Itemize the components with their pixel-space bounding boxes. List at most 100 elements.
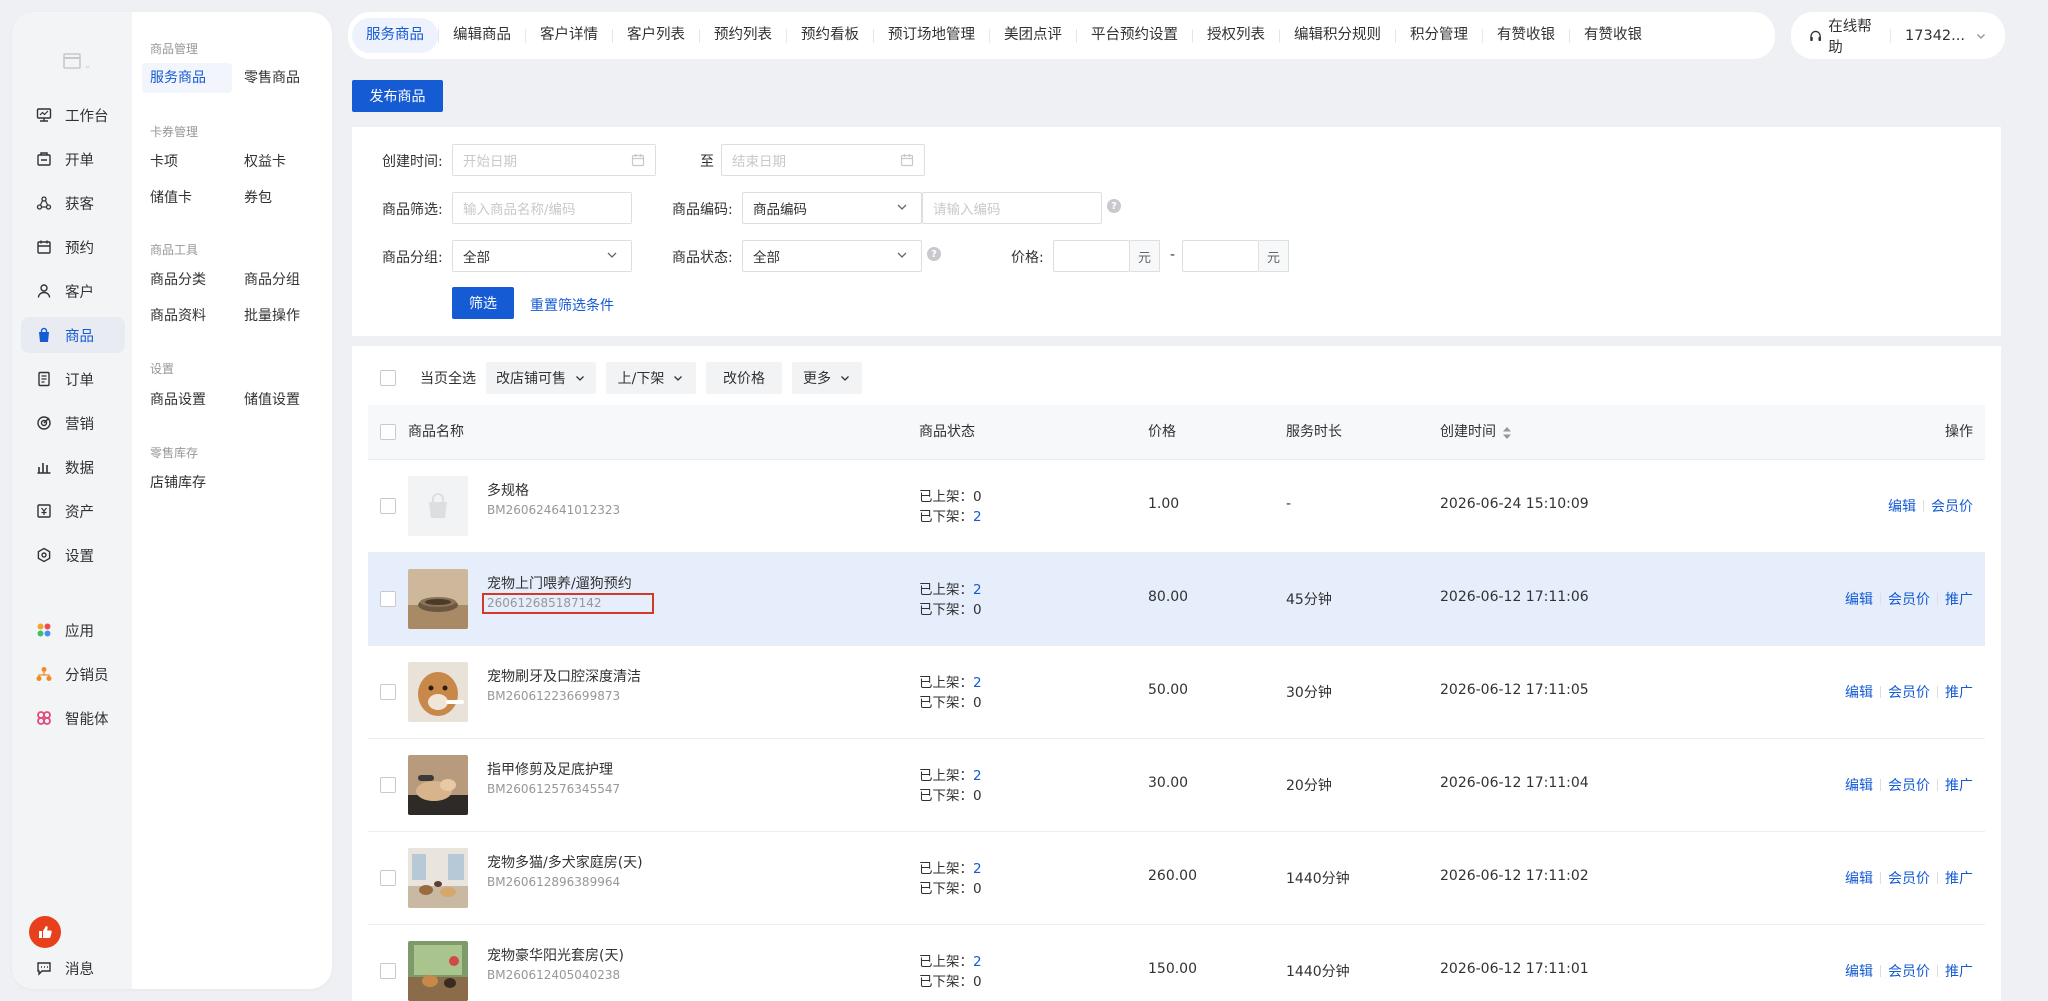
subnav-store-inventory[interactable]: 店铺库存	[142, 468, 214, 498]
nav-data[interactable]: 数据	[21, 449, 125, 485]
change-price-button[interactable]: 改价格	[706, 362, 782, 394]
tab-edit-product[interactable]: 编辑商品	[439, 18, 525, 53]
row-checkbox[interactable]	[380, 498, 396, 514]
column-created-time[interactable]: 创建时间	[1440, 405, 1512, 460]
row-checkbox[interactable]	[380, 963, 396, 979]
nav-cashier[interactable]: 开单	[21, 141, 125, 177]
status-on-count[interactable]: 2	[973, 582, 982, 598]
subnav-product-settings[interactable]: 商品设置	[142, 385, 214, 415]
promote-link[interactable]: 推广	[1945, 868, 1973, 888]
nav-acquire[interactable]: 获客	[21, 185, 125, 221]
product-name[interactable]: 宠物多猫/多犬家庭房(天)	[487, 852, 643, 872]
start-date-input[interactable]: 开始日期	[452, 144, 656, 176]
subnav-coupon-pack[interactable]: 券包	[236, 183, 280, 213]
nav-order[interactable]: 订单	[21, 361, 125, 397]
more-button[interactable]: 更多	[792, 362, 862, 394]
tab-service-product[interactable]: 服务商品	[352, 18, 438, 53]
subnav-stored-settings[interactable]: 储值设置	[236, 385, 308, 415]
edit-link[interactable]: 编辑	[1888, 496, 1916, 516]
tab-customer-detail[interactable]: 客户详情	[526, 18, 612, 53]
member-price-link[interactable]: 会员价	[1931, 496, 1973, 516]
nav-distributor[interactable]: 分销员	[21, 656, 125, 692]
tab-edit-points-rules[interactable]: 编辑积分规则	[1280, 18, 1395, 53]
member-price-link[interactable]: 会员价	[1888, 775, 1930, 795]
online-help-button[interactable]: 在线帮助	[1809, 15, 1876, 57]
on-off-shelf-button[interactable]: 上/下架	[606, 362, 696, 394]
promote-link[interactable]: 推广	[1945, 682, 1973, 702]
product-name[interactable]: 指甲修剪及足底护理	[487, 759, 613, 779]
select-all-checkbox[interactable]	[380, 370, 396, 386]
row-checkbox[interactable]	[380, 684, 396, 700]
status-on-count[interactable]: 2	[973, 675, 982, 691]
user-menu[interactable]: 17342...	[1905, 28, 1987, 44]
subnav-category[interactable]: 商品分类	[142, 265, 214, 295]
nav-apps[interactable]: 应用	[21, 612, 125, 648]
edit-link[interactable]: 编辑	[1845, 589, 1873, 609]
subnav-retail-product[interactable]: 零售商品	[236, 63, 308, 93]
status-on-count[interactable]: 2	[973, 954, 982, 970]
product-name[interactable]: 宠物豪华阳光套房(天)	[487, 945, 624, 965]
tab-youzan-cashier[interactable]: 有赞收银	[1483, 18, 1569, 53]
end-date-input[interactable]: 结束日期	[721, 144, 925, 176]
member-price-link[interactable]: 会员价	[1888, 682, 1930, 702]
subnav-stored-value-card[interactable]: 储值卡	[142, 183, 200, 213]
price-min-input[interactable]	[1053, 240, 1130, 272]
subnav-batch-ops[interactable]: 批量操作	[236, 301, 308, 331]
tab-appointment-board[interactable]: 预约看板	[787, 18, 873, 53]
promote-link[interactable]: 推广	[1945, 589, 1973, 609]
nav-message[interactable]: 消息	[21, 950, 125, 986]
nav-asset[interactable]: 资产	[21, 493, 125, 529]
publish-product-button[interactable]: 发布商品	[352, 80, 443, 112]
nav-marketing[interactable]: 营销	[21, 405, 125, 441]
nav-dashboard[interactable]: 工作台	[21, 97, 125, 133]
help-icon[interactable]: ?	[927, 247, 941, 261]
promote-link[interactable]: 推广	[1945, 961, 1973, 981]
row-checkbox[interactable]	[380, 591, 396, 607]
edit-link[interactable]: 编辑	[1845, 868, 1873, 888]
nav-agent[interactable]: 智能体	[21, 700, 125, 736]
store-logo[interactable]: ⌄	[62, 48, 92, 74]
nav-appointment[interactable]: 预约	[21, 229, 125, 265]
tab-venue-booking[interactable]: 预订场地管理	[874, 18, 989, 53]
subnav-benefit-card[interactable]: 权益卡	[236, 147, 294, 177]
reset-filters-link[interactable]: 重置筛选条件	[530, 295, 614, 315]
status-on-count[interactable]: 2	[973, 768, 982, 784]
filter-button[interactable]: 筛选	[452, 287, 514, 319]
product-name[interactable]: 多规格	[487, 480, 529, 500]
header-checkbox[interactable]	[380, 424, 396, 440]
row-checkbox[interactable]	[380, 777, 396, 793]
product-name[interactable]: 宠物刷牙及口腔深度清洁	[487, 666, 641, 686]
tab-platform-booking-settings[interactable]: 平台预约设置	[1077, 18, 1192, 53]
edit-link[interactable]: 编辑	[1845, 682, 1873, 702]
product-name[interactable]: 宠物上门喂养/遛狗预约	[487, 573, 632, 593]
product-group-select[interactable]: 全部	[452, 240, 632, 272]
edit-link[interactable]: 编辑	[1845, 775, 1873, 795]
subnav-product-info[interactable]: 商品资料	[142, 301, 214, 331]
tab-points-management[interactable]: 积分管理	[1396, 18, 1482, 53]
member-price-link[interactable]: 会员价	[1888, 589, 1930, 609]
edit-link[interactable]: 编辑	[1845, 961, 1873, 981]
thumbs-up-icon[interactable]	[29, 916, 61, 948]
subnav-card[interactable]: 卡项	[142, 147, 186, 177]
code-type-select[interactable]: 商品编码	[742, 192, 922, 224]
subnav-service-product[interactable]: 服务商品	[142, 63, 232, 93]
change-store-sellable-button[interactable]: 改店铺可售	[486, 362, 596, 394]
member-price-link[interactable]: 会员价	[1888, 868, 1930, 888]
promote-link[interactable]: 推广	[1945, 775, 1973, 795]
row-checkbox[interactable]	[380, 870, 396, 886]
nav-product[interactable]: 商品	[21, 317, 125, 353]
tab-meituan[interactable]: 美团点评	[990, 18, 1076, 53]
status-off-count[interactable]: 2	[973, 509, 982, 525]
member-price-link[interactable]: 会员价	[1888, 961, 1930, 981]
code-input[interactable]: 请输入编码	[922, 192, 1102, 224]
tab-customer-list[interactable]: 客户列表	[613, 18, 699, 53]
price-max-input[interactable]	[1182, 240, 1259, 272]
status-on-count[interactable]: 2	[973, 861, 982, 877]
tab-appointment-list[interactable]: 预约列表	[700, 18, 786, 53]
help-icon[interactable]: ?	[1107, 199, 1121, 213]
product-status-select[interactable]: 全部	[742, 240, 922, 272]
tab-auth-list[interactable]: 授权列表	[1193, 18, 1279, 53]
product-filter-input[interactable]: 输入商品名称/编码	[452, 192, 632, 224]
nav-settings[interactable]: 设置	[21, 537, 125, 573]
nav-customer[interactable]: 客户	[21, 273, 125, 309]
